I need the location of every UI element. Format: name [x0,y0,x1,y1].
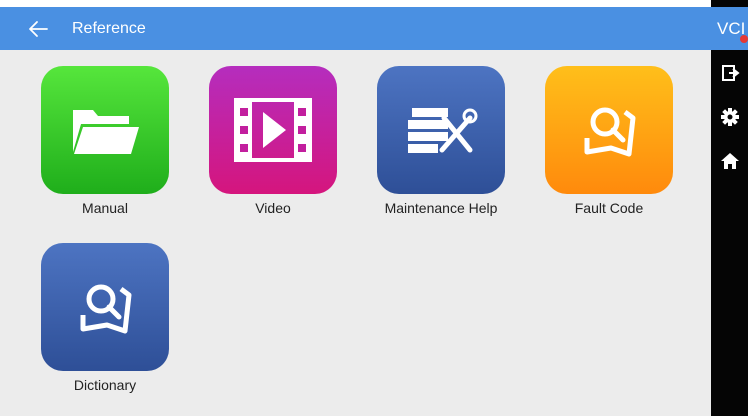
maintenance-help-tile[interactable]: Maintenance Help [361,66,521,216]
home-button[interactable] [711,146,748,176]
header-bar: Reference [0,7,711,50]
dictionary-tile[interactable]: Dictionary [25,243,185,393]
exit-icon [721,65,740,81]
arrow-left-icon [29,20,48,37]
dictionary-tile-box [41,243,169,371]
fault-code-tile-box [545,66,673,194]
exit-button[interactable] [711,58,748,88]
fault-code-label: Fault Code [574,200,644,216]
maintenance-help-tile-box [377,66,505,194]
search-book-icon [584,107,636,157]
folder-icon [73,110,139,154]
gear-icon [720,108,739,126]
manual-label: Manual [82,200,128,216]
status-strip [0,0,711,7]
dictionary-label: Dictionary [73,377,137,393]
film-play-icon [234,98,312,162]
settings-button[interactable] [711,102,748,132]
vci-disconnected-dot [740,35,748,43]
search-book-icon [80,284,132,334]
vci-status[interactable]: VCI [711,7,748,50]
manual-tile-box [41,66,169,194]
page-title: Reference [72,19,146,37]
tools-icon [408,108,478,153]
maintenance-help-label: Maintenance Help [384,200,498,216]
home-icon [720,153,739,169]
video-tile-box [209,66,337,194]
video-tile[interactable]: Video [193,66,353,216]
video-label: Video [255,200,291,216]
back-button[interactable] [16,7,60,50]
fault-code-tile[interactable]: Fault Code [529,66,689,216]
manual-tile[interactable]: Manual [25,66,185,216]
